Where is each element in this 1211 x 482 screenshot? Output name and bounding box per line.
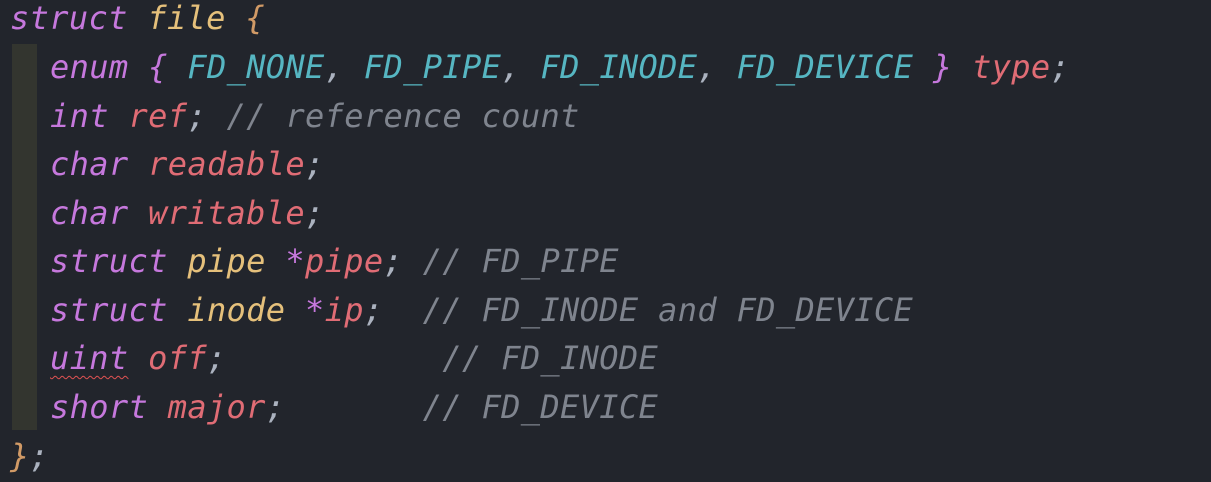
type-name: pipe	[187, 242, 266, 280]
type-name: inode	[187, 291, 286, 329]
field-name: type	[972, 48, 1051, 86]
comma: ,	[324, 48, 345, 86]
code-line-1[interactable]: struct file {	[10, 0, 265, 42]
code-line-9[interactable]: short major; // FD_DEVICE	[50, 383, 658, 431]
code-line-8[interactable]: uint off; // FD_INODE	[50, 334, 658, 382]
code-line-5[interactable]: char writable;	[50, 189, 325, 237]
semicolon: ;	[206, 339, 227, 377]
keyword-struct: struct	[50, 291, 168, 329]
semicolon: ;	[383, 242, 404, 280]
struct-name: file	[147, 0, 226, 37]
semicolon: ;	[1050, 48, 1071, 86]
enum-open-brace: {	[148, 48, 168, 86]
comma: ,	[501, 48, 521, 86]
field-name: pipe	[305, 242, 384, 280]
field-name: ip	[324, 291, 364, 329]
pointer-star: *	[285, 242, 306, 280]
field-name: major	[167, 388, 266, 426]
semicolon: ;	[265, 388, 286, 426]
keyword-struct: struct	[50, 242, 168, 280]
code-line-10[interactable]: };	[10, 432, 49, 480]
enum-constant: FD_INODE	[540, 48, 698, 86]
enum-constant: FD_PIPE	[363, 48, 502, 86]
semicolon: ;	[305, 194, 325, 232]
field-name: ref	[128, 97, 188, 135]
semicolon: ;	[29, 437, 50, 475]
pointer-star: *	[305, 291, 325, 329]
code-line-7[interactable]: struct inode *ip; // FD_INODE and FD_DEV…	[50, 286, 913, 334]
enum-constant: FD_DEVICE	[736, 48, 914, 86]
semicolon: ;	[305, 145, 325, 183]
keyword-char: char	[50, 145, 129, 183]
code-line-4[interactable]: char readable;	[50, 140, 325, 188]
keyword-struct: struct	[10, 0, 128, 37]
open-brace: {	[245, 0, 266, 37]
code-line-3[interactable]: int ref; // reference count	[50, 92, 580, 140]
keyword-uint: uint	[50, 339, 129, 377]
comment: // FD_INODE and FD_DEVICE	[422, 291, 914, 329]
keyword-int: int	[50, 97, 109, 135]
indent-guide	[12, 44, 37, 430]
field-name: writable	[148, 194, 306, 232]
keyword-char: char	[50, 194, 129, 232]
comment: // FD_DEVICE	[422, 388, 659, 426]
code-line-2[interactable]: enum { FD_NONE, FD_PIPE, FD_INODE, FD_DE…	[50, 43, 1070, 91]
field-name: readable	[148, 145, 306, 183]
enum-constant: FD_NONE	[187, 48, 325, 86]
semicolon: ;	[187, 97, 207, 135]
field-name: off	[148, 339, 207, 377]
close-brace: }	[10, 437, 30, 475]
comma: ,	[697, 48, 718, 86]
code-editor[interactable]: struct file { enum { FD_NONE, FD_PIPE, F…	[0, 0, 1211, 482]
keyword-enum: enum	[50, 48, 129, 86]
comment: // reference count	[226, 97, 580, 135]
keyword-short: short	[50, 388, 149, 426]
semicolon: ;	[363, 291, 384, 329]
comment: // FD_PIPE	[422, 242, 619, 280]
code-line-6[interactable]: struct pipe *pipe; // FD_PIPE	[50, 237, 619, 285]
enum-close-brace: }	[932, 48, 953, 86]
comment: // FD_INODE	[442, 339, 659, 377]
